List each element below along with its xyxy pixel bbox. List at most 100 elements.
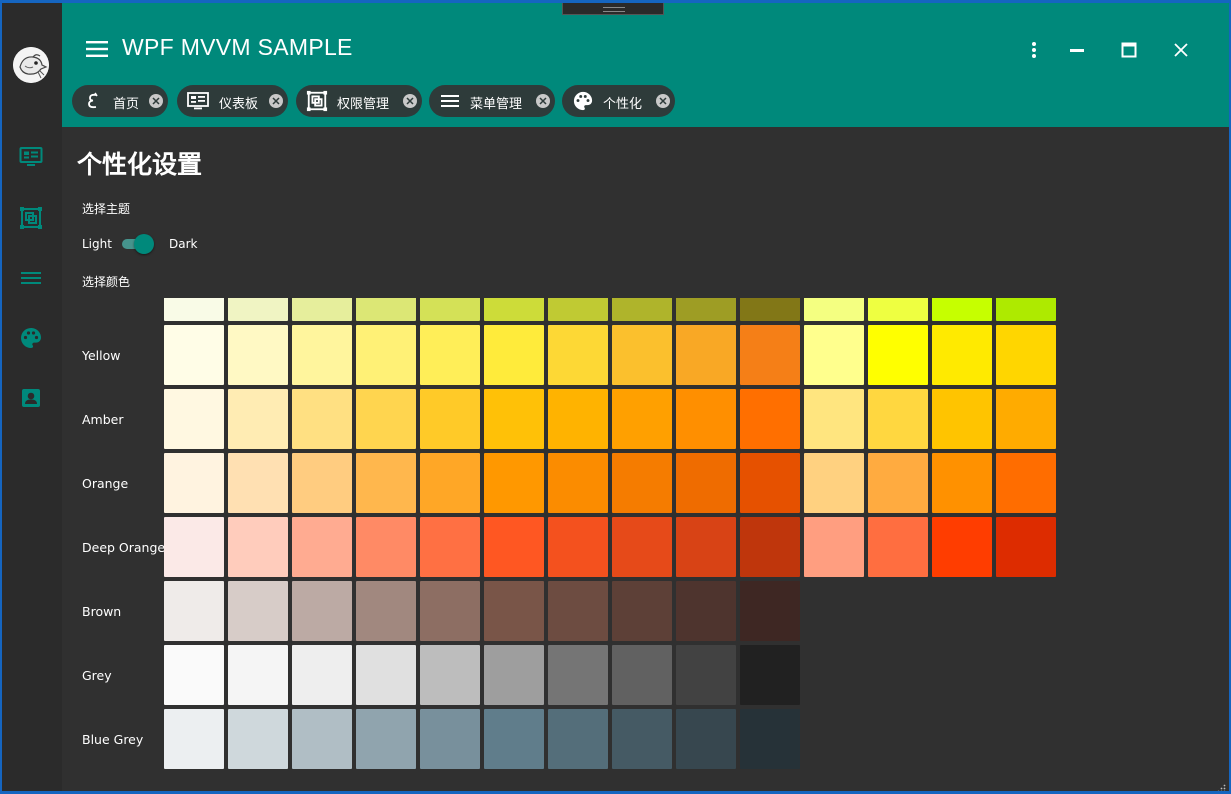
color-swatch[interactable] (996, 325, 1056, 385)
color-swatch[interactable] (676, 709, 736, 769)
maximize-button[interactable] (1114, 35, 1144, 65)
color-swatch[interactable] (356, 325, 416, 385)
color-swatch[interactable] (356, 517, 416, 577)
sidebar-item-permissions[interactable] (18, 205, 44, 231)
color-swatch[interactable] (164, 709, 224, 769)
color-swatch[interactable] (868, 325, 928, 385)
more-options-button[interactable] (1019, 35, 1049, 65)
color-swatch[interactable] (676, 389, 736, 449)
color-swatch[interactable] (548, 709, 608, 769)
minimize-button[interactable] (1062, 35, 1092, 65)
sidebar-item-menu[interactable] (18, 265, 44, 291)
close-button[interactable] (1166, 35, 1196, 65)
color-swatch[interactable] (676, 298, 736, 321)
color-swatch[interactable] (228, 298, 288, 321)
color-swatch[interactable] (740, 581, 800, 641)
color-swatch[interactable] (612, 645, 672, 705)
tab-close-icon[interactable] (149, 94, 163, 108)
color-swatch[interactable] (548, 453, 608, 513)
color-swatch[interactable] (292, 453, 352, 513)
color-swatch[interactable] (740, 709, 800, 769)
color-swatch[interactable] (868, 389, 928, 449)
color-swatch[interactable] (420, 645, 480, 705)
color-swatch[interactable] (932, 325, 992, 385)
color-swatch[interactable] (612, 709, 672, 769)
color-swatch[interactable] (804, 517, 864, 577)
color-swatch[interactable] (484, 389, 544, 449)
color-swatch[interactable] (164, 389, 224, 449)
color-swatch[interactable] (292, 581, 352, 641)
color-swatch[interactable] (996, 517, 1056, 577)
color-swatch[interactable] (228, 517, 288, 577)
color-swatch[interactable] (548, 645, 608, 705)
color-swatch[interactable] (228, 581, 288, 641)
color-swatch[interactable] (484, 453, 544, 513)
color-swatch[interactable] (804, 298, 864, 321)
color-swatch[interactable] (164, 453, 224, 513)
color-swatch[interactable] (548, 581, 608, 641)
color-swatch[interactable] (292, 709, 352, 769)
color-swatch[interactable] (804, 389, 864, 449)
color-swatch[interactable] (420, 581, 480, 641)
window-drag-handle[interactable] (562, 3, 664, 15)
color-swatch[interactable] (356, 581, 416, 641)
color-swatch[interactable] (548, 517, 608, 577)
hamburger-menu-button[interactable] (84, 36, 110, 62)
color-swatch[interactable] (292, 645, 352, 705)
color-swatch[interactable] (932, 389, 992, 449)
color-swatch[interactable] (420, 453, 480, 513)
color-swatch[interactable] (740, 645, 800, 705)
tab-close-icon[interactable] (269, 94, 283, 108)
color-swatch[interactable] (612, 389, 672, 449)
color-swatch[interactable] (164, 517, 224, 577)
color-swatch[interactable] (612, 298, 672, 321)
color-swatch[interactable] (868, 517, 928, 577)
sidebar-item-dashboard[interactable] (18, 144, 44, 170)
bird-avatar-icon[interactable] (13, 47, 49, 83)
toggle-knob[interactable] (134, 234, 154, 254)
tab-permissions[interactable]: 权限管理 (296, 85, 422, 117)
color-swatch[interactable] (228, 325, 288, 385)
color-swatch[interactable] (484, 581, 544, 641)
color-swatch[interactable] (676, 453, 736, 513)
color-swatch[interactable] (676, 517, 736, 577)
color-swatch[interactable] (228, 645, 288, 705)
color-swatch[interactable] (740, 517, 800, 577)
color-swatch[interactable] (676, 325, 736, 385)
tab-menu-management[interactable]: 菜单管理 (429, 85, 555, 117)
color-swatch[interactable] (996, 453, 1056, 513)
color-swatch[interactable] (164, 645, 224, 705)
color-swatch[interactable] (420, 709, 480, 769)
color-swatch[interactable] (932, 517, 992, 577)
color-swatch[interactable] (932, 298, 992, 321)
color-swatch[interactable] (612, 581, 672, 641)
color-swatch[interactable] (356, 709, 416, 769)
color-swatch[interactable] (484, 645, 544, 705)
color-swatch[interactable] (228, 389, 288, 449)
tab-personalize[interactable]: 个性化 (562, 85, 675, 117)
color-swatch[interactable] (228, 709, 288, 769)
color-swatch[interactable] (292, 298, 352, 321)
color-swatch[interactable] (548, 325, 608, 385)
color-swatch[interactable] (292, 517, 352, 577)
color-swatch[interactable] (740, 389, 800, 449)
tab-dashboard[interactable]: 仪表板 (177, 85, 288, 117)
resize-grip-icon[interactable] (1216, 778, 1226, 791)
color-swatch[interactable] (548, 298, 608, 321)
color-swatch[interactable] (484, 325, 544, 385)
color-swatch[interactable] (868, 453, 928, 513)
color-swatch[interactable] (484, 298, 544, 321)
color-swatch[interactable] (868, 298, 928, 321)
color-swatch[interactable] (292, 389, 352, 449)
color-swatch[interactable] (612, 325, 672, 385)
color-swatch[interactable] (612, 517, 672, 577)
color-swatch[interactable] (932, 453, 992, 513)
color-swatch[interactable] (996, 389, 1056, 449)
tab-close-icon[interactable] (536, 94, 550, 108)
sidebar-item-personalize[interactable] (18, 325, 44, 351)
color-swatch[interactable] (676, 581, 736, 641)
color-swatch[interactable] (356, 453, 416, 513)
color-swatch[interactable] (228, 453, 288, 513)
color-swatch[interactable] (740, 298, 800, 321)
color-swatch[interactable] (420, 325, 480, 385)
